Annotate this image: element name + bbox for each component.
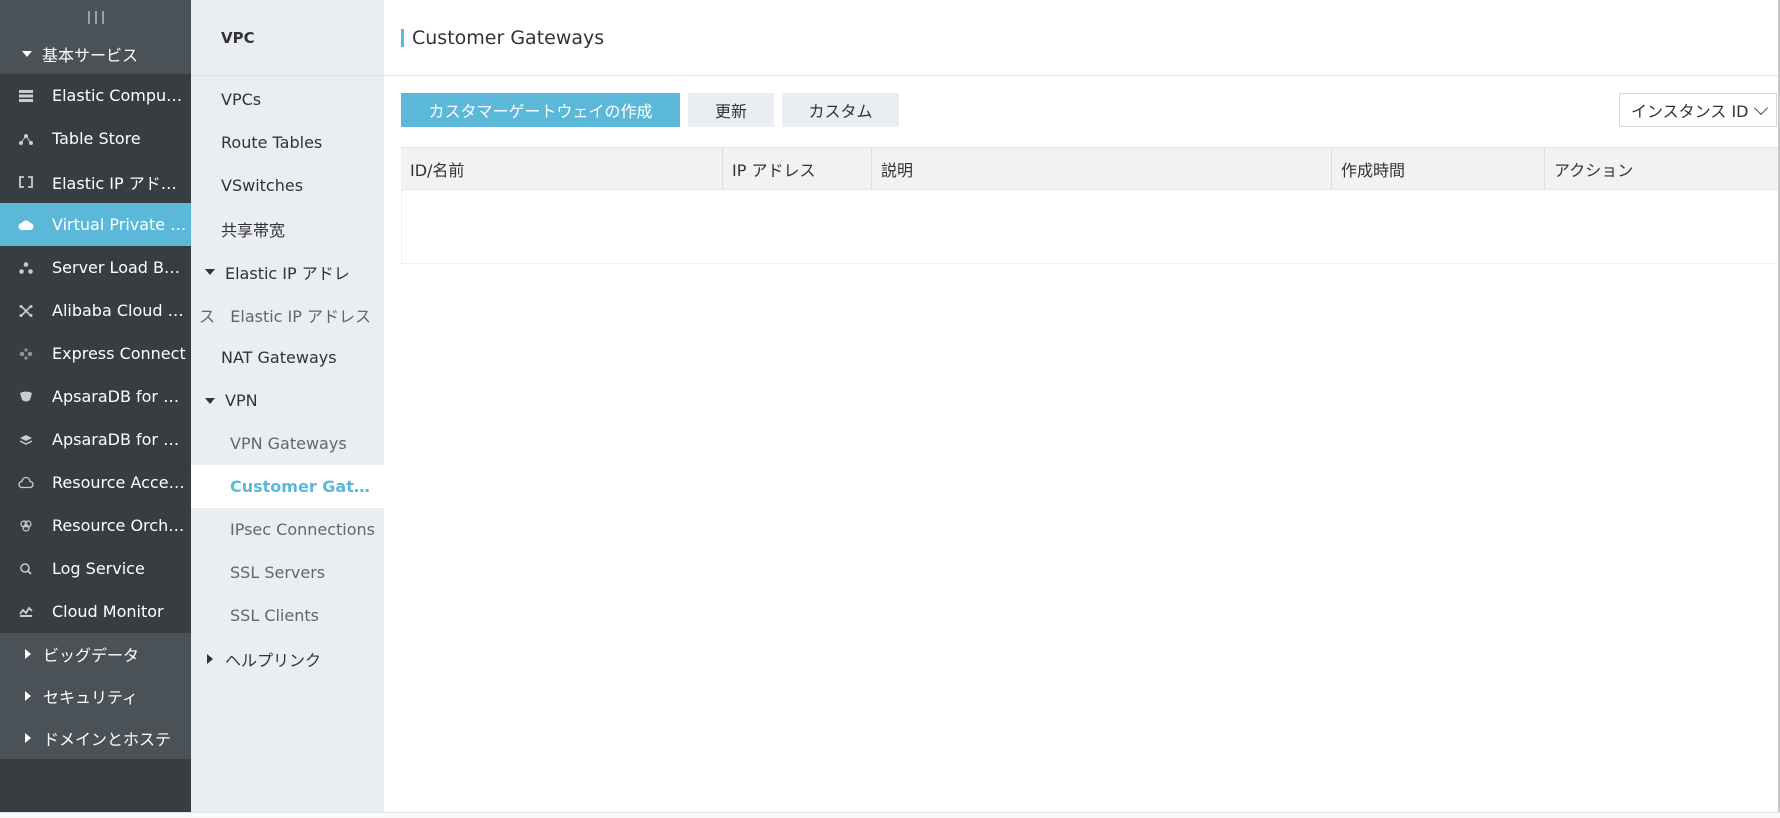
- nav-item-ssl-clients[interactable]: SSL Clients: [191, 594, 384, 637]
- sidebar-item-label: Virtual Private C…: [52, 215, 188, 234]
- sidebar-item-log-service[interactable]: Log Service: [0, 547, 191, 590]
- sidebar-item-label: ApsaraDB for R…: [52, 387, 188, 406]
- sidebar-group-label: ドメインとホステ: [43, 730, 172, 749]
- sidebar-group-domains[interactable]: ドメインとホステ: [0, 717, 191, 759]
- cloud-icon: [18, 218, 34, 232]
- sidebar-item-table-store[interactable]: Table Store: [0, 117, 191, 160]
- network-cross-icon: [18, 304, 34, 318]
- table-body-empty: [401, 190, 1780, 264]
- nav-item-customer-gateways[interactable]: Customer Gate…: [191, 465, 384, 508]
- table-store-icon: [18, 132, 34, 146]
- database-icon: [18, 390, 34, 404]
- sidebar-item-label: ApsaraDB for R…: [52, 430, 188, 449]
- chevron-down-icon: [1753, 100, 1769, 116]
- nav-item-shared-bandwidth[interactable]: 共享帯宽: [191, 207, 384, 250]
- caret-right-icon: [25, 733, 31, 743]
- caret-down-icon: [205, 268, 215, 275]
- sidebar-item-resource-access[interactable]: Resource Acces…: [0, 461, 191, 504]
- nav-item-vswitches[interactable]: VSwitches: [191, 164, 384, 207]
- sidebar-item-label: Elastic Comput…: [52, 86, 188, 105]
- sidebar-item-resource-orchestration[interactable]: Resource Orche…: [0, 504, 191, 547]
- nav-item-vpn-gateways[interactable]: VPN Gateways: [191, 422, 384, 465]
- toolbar: カスタマーゲートウェイの作成 更新 カスタム インスタンス ID: [401, 93, 1780, 127]
- server-stack-icon: [18, 89, 34, 103]
- global-sidebar: 基本サービス Elastic Comput… Table Store Elast…: [0, 0, 191, 812]
- main-content: Customer Gateways カスタマーゲートウェイの作成 更新 カスタム…: [384, 0, 1780, 812]
- window-bottom-edge: [0, 812, 1780, 818]
- select-value: インスタンス ID: [1631, 102, 1749, 121]
- create-customer-gateway-button[interactable]: カスタマーゲートウェイの作成: [401, 93, 680, 127]
- product-sidebar: VPC VPCs Route Tables VSwitches 共享帯宽 Ela…: [191, 0, 384, 812]
- nav-group-vpn[interactable]: VPN: [191, 379, 384, 422]
- nav-group-label: ヘルプリンク: [225, 650, 322, 670]
- column-header-id-name[interactable]: ID/名前: [401, 148, 723, 189]
- page-title: Customer Gateways: [412, 26, 605, 49]
- sidebar-item-label: Alibaba Cloud C…: [52, 301, 188, 320]
- cloud-outline-icon: [18, 476, 34, 490]
- nav-group-label: Elastic IP アドレ: [225, 263, 350, 283]
- sidebar-item-cloud-monitor[interactable]: Cloud Monitor: [0, 590, 191, 633]
- sidebar-collapse-toggle[interactable]: [0, 0, 191, 34]
- page-header: Customer Gateways: [384, 0, 1780, 76]
- load-balancer-icon: [18, 261, 34, 275]
- caret-right-icon: [25, 691, 31, 701]
- column-header-description[interactable]: 説明: [872, 148, 1332, 189]
- sidebar-item-vpc[interactable]: Virtual Private C…: [0, 203, 191, 246]
- sidebar-item-label: Server Load Bal…: [52, 258, 188, 277]
- nav-item-label: Customer Gate…: [230, 477, 370, 496]
- sidebar-item-label: Resource Acces…: [52, 473, 188, 492]
- nav-item-vpcs[interactable]: VPCs: [191, 78, 384, 121]
- ip-bracket-icon: [18, 175, 34, 189]
- orchestration-icon: [18, 519, 34, 533]
- sidebar-item-slb[interactable]: Server Load Bal…: [0, 246, 191, 289]
- customer-gateways-table: ID/名前 IP アドレス 説明 作成時間 アクション: [401, 147, 1780, 264]
- sidebar-item-apsaradb-1[interactable]: ApsaraDB for R…: [0, 375, 191, 418]
- log-search-icon: [18, 562, 34, 576]
- column-header-created-time[interactable]: 作成時間: [1332, 148, 1545, 189]
- caret-down-icon: [22, 51, 32, 57]
- nav-item-ssl-servers[interactable]: SSL Servers: [191, 551, 384, 594]
- monitor-icon: [18, 605, 34, 619]
- nav-item-ipsec-connections[interactable]: IPsec Connections: [191, 508, 384, 551]
- sidebar-item-label: Resource Orche…: [52, 516, 188, 535]
- custom-button[interactable]: カスタム: [782, 93, 899, 127]
- sidebar-item-ecs[interactable]: Elastic Comput…: [0, 74, 191, 117]
- collapse-bars-icon: [87, 10, 104, 24]
- nav-group-label: VPN: [225, 391, 258, 410]
- caret-right-icon: [207, 653, 213, 664]
- sidebar-group-basic-services[interactable]: 基本サービス: [0, 34, 191, 74]
- sidebar-item-apsaradb-2[interactable]: ApsaraDB for R…: [0, 418, 191, 461]
- title-accent-bar: [401, 28, 404, 47]
- express-connect-icon: [18, 347, 34, 361]
- sidebar-item-alibaba-cloud-cdn[interactable]: Alibaba Cloud C…: [0, 289, 191, 332]
- nav-item-elastic-ip[interactable]: ス Elastic IP アドレス: [191, 293, 384, 336]
- column-header-ip-address[interactable]: IP アドレス: [723, 148, 872, 189]
- caret-right-icon: [25, 649, 31, 659]
- nav-item-route-tables[interactable]: Route Tables: [191, 121, 384, 164]
- instance-id-select[interactable]: インスタンス ID: [1619, 93, 1777, 127]
- table-header: ID/名前 IP アドレス 説明 作成時間 アクション: [401, 147, 1780, 190]
- refresh-button[interactable]: 更新: [688, 93, 774, 127]
- sidebar-group-label: ビッグデータ: [43, 646, 140, 665]
- sidebar-group-label: セキュリティ: [43, 688, 139, 707]
- nav-item-nat-gateways[interactable]: NAT Gateways: [191, 336, 384, 379]
- sidebar-group-security[interactable]: セキュリティ: [0, 675, 191, 717]
- sidebar-item-label: Cloud Monitor: [52, 602, 164, 621]
- layers-icon: [18, 433, 34, 447]
- sidebar-group-label: 基本サービス: [42, 46, 139, 65]
- caret-down-icon: [205, 397, 215, 404]
- product-title: VPC: [191, 0, 384, 76]
- sidebar-item-elastic-ip[interactable]: Elastic IP アド…: [0, 160, 191, 203]
- sidebar-item-label: Log Service: [52, 559, 145, 578]
- nav-group-help-links[interactable]: ヘルプリンク: [191, 637, 384, 680]
- sidebar-item-label: Table Store: [52, 129, 141, 148]
- nav-group-elastic-ip[interactable]: Elastic IP アドレ: [191, 250, 384, 293]
- sidebar-group-big-data[interactable]: ビッグデータ: [0, 633, 191, 675]
- sidebar-item-label: Express Connect: [52, 344, 186, 363]
- sidebar-item-express-connect[interactable]: Express Connect: [0, 332, 191, 375]
- column-header-actions[interactable]: アクション: [1545, 148, 1780, 189]
- sidebar-item-label: Elastic IP アド…: [52, 173, 177, 193]
